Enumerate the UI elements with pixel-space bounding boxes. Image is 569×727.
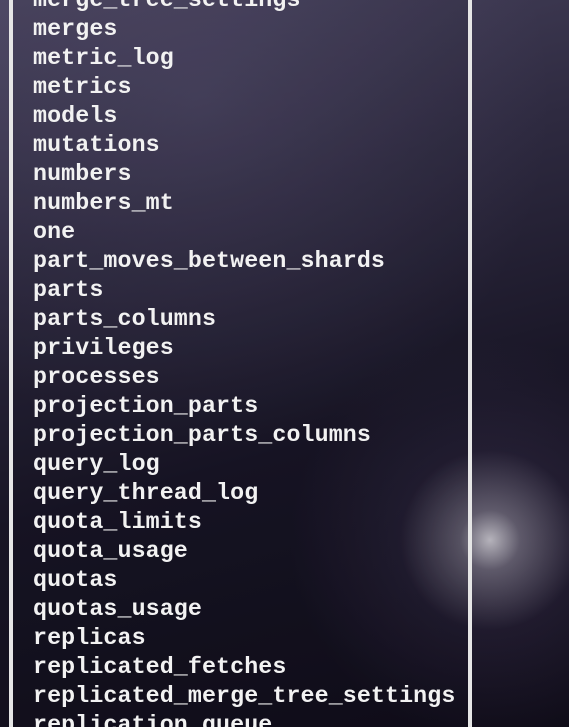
list-item[interactable]: merges	[33, 15, 468, 44]
list-item[interactable]: query_log	[33, 450, 468, 479]
list-item[interactable]: quotas	[33, 566, 468, 595]
list-item[interactable]: replicated_fetches	[33, 653, 468, 682]
list-item[interactable]: query_thread_log	[33, 479, 468, 508]
list-item[interactable]: replication_queue	[33, 711, 468, 727]
list-item[interactable]: mutations	[33, 131, 468, 160]
list-item[interactable]: numbers	[33, 160, 468, 189]
list-item[interactable]: parts_columns	[33, 305, 468, 334]
list-item[interactable]: parts	[33, 276, 468, 305]
list-item[interactable]: models	[33, 102, 468, 131]
list-item[interactable]: numbers_mt	[33, 189, 468, 218]
list-item[interactable]: quota_limits	[33, 508, 468, 537]
list-item[interactable]: quotas_usage	[33, 595, 468, 624]
list-item[interactable]: quota_usage	[33, 537, 468, 566]
list-item[interactable]: replicas	[33, 624, 468, 653]
list-item[interactable]: one	[33, 218, 468, 247]
table-list-panel: merge_tree_settings merges metric_log me…	[9, 0, 472, 727]
list-item[interactable]: metrics	[33, 73, 468, 102]
list-item[interactable]: privileges	[33, 334, 468, 363]
list-item[interactable]: metric_log	[33, 44, 468, 73]
list-item[interactable]: processes	[33, 363, 468, 392]
list-item[interactable]: projection_parts	[33, 392, 468, 421]
background: merge_tree_settings merges metric_log me…	[0, 0, 569, 727]
list-item[interactable]: replicated_merge_tree_settings	[33, 682, 468, 711]
list-item[interactable]: merge_tree_settings	[33, 0, 468, 15]
list-item[interactable]: projection_parts_columns	[33, 421, 468, 450]
list-item[interactable]: part_moves_between_shards	[33, 247, 468, 276]
